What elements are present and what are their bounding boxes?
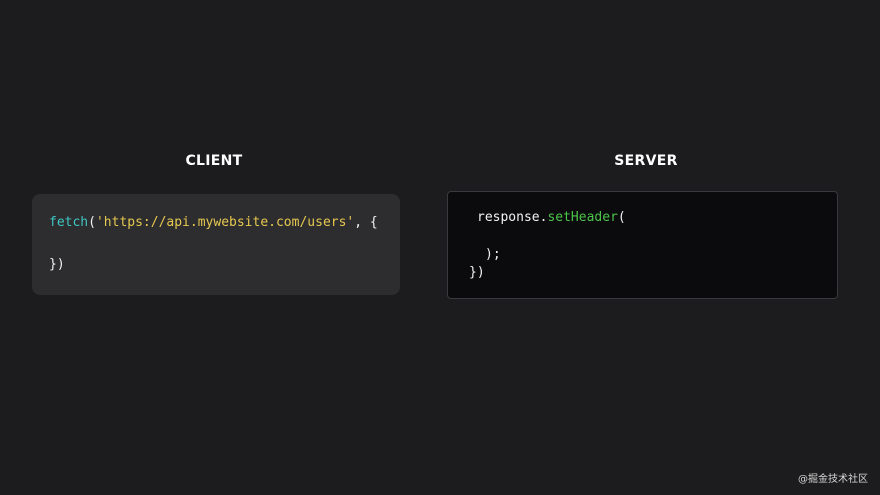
- client-heading: CLIENT: [185, 153, 243, 169]
- watermark: @掘金技术社区: [798, 474, 868, 485]
- fetch-function: fetch: [49, 215, 89, 230]
- open-paren: (: [617, 210, 626, 225]
- server-code-panel: response.setHeader( ); }): [447, 191, 838, 299]
- client-code-line-1: fetch('https://api.mywebsite.com/users',…: [49, 215, 378, 231]
- set-header-method: setHeader: [547, 210, 618, 225]
- server-code-line-1: response.setHeader(: [477, 210, 626, 226]
- server-code-line-2: );: [485, 247, 501, 262]
- open-paren: (: [88, 215, 96, 230]
- response-object: response.: [477, 210, 548, 225]
- object-open: , {: [354, 215, 378, 230]
- url-string: 'https://api.mywebsite.com/users': [95, 215, 355, 230]
- server-code-line-3: }): [469, 265, 485, 280]
- server-heading: SERVER: [614, 153, 678, 169]
- client-code-panel: fetch('https://api.mywebsite.com/users',…: [32, 194, 400, 295]
- client-code-line-2: }): [49, 257, 65, 272]
